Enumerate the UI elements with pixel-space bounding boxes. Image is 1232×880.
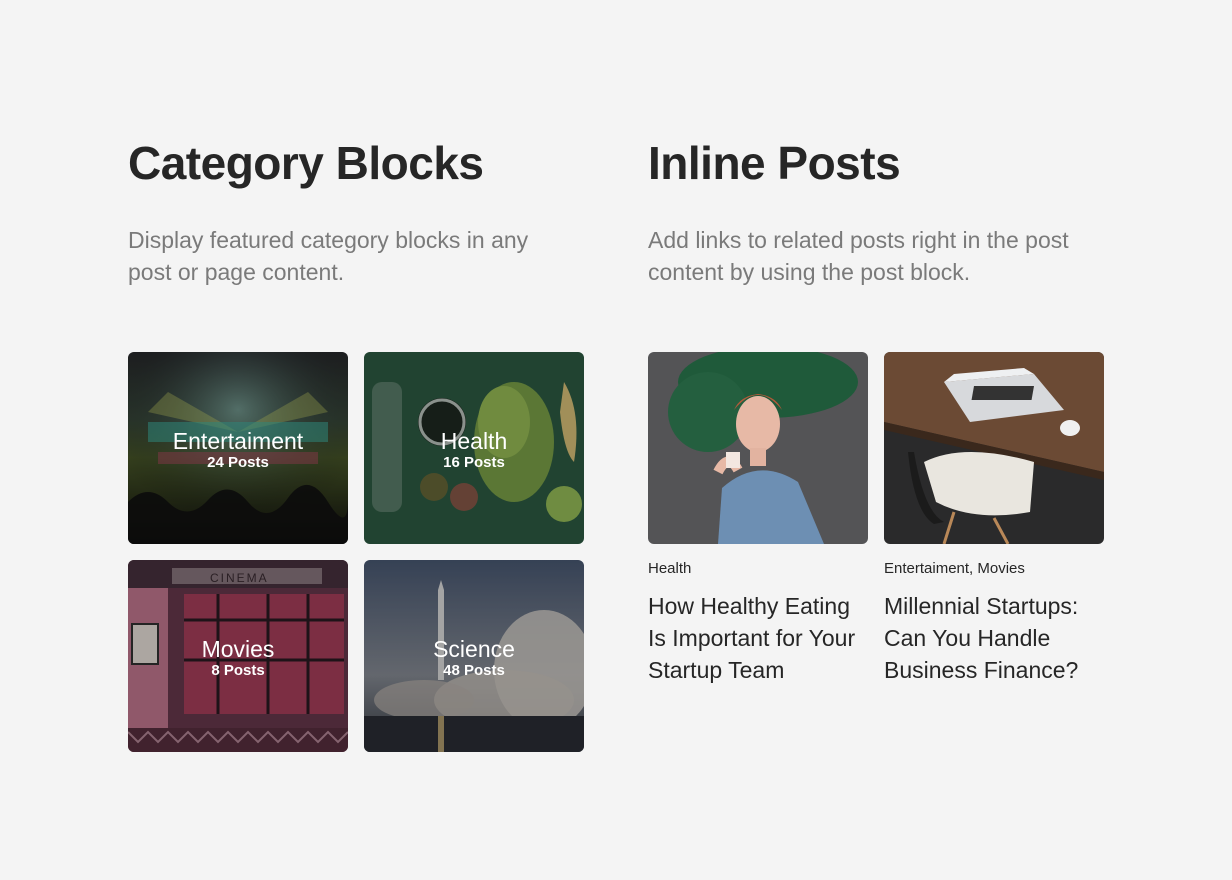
inline-posts-grid: Health How Healthy Eating Is Important f… <box>648 352 1104 686</box>
post-card-healthy-eating[interactable]: Health How Healthy Eating Is Important f… <box>648 352 868 686</box>
category-blocks-title: Category Blocks <box>128 137 484 189</box>
post-title[interactable]: Millennial Startups: Can You Handle Busi… <box>884 590 1104 686</box>
category-blocks-section: Category Blocks Display featured categor… <box>128 130 588 288</box>
category-label: Movies 8 Posts <box>128 636 348 680</box>
woman-portrait-photo <box>648 352 868 544</box>
inline-posts-section: Inline Posts Add links to related posts … <box>648 130 1108 288</box>
category-name: Health <box>440 428 508 454</box>
laptop-desk-photo <box>884 352 1104 544</box>
inline-posts-description: Add links to related posts right in the … <box>648 227 1069 285</box>
post-categories[interactable]: Entertaiment, Movies <box>884 560 1104 578</box>
category-block-science[interactable]: Science 48 Posts <box>364 560 584 752</box>
category-name: Science <box>433 636 515 662</box>
post-thumbnail[interactable] <box>648 352 868 544</box>
category-block-health[interactable]: Health 16 Posts <box>364 352 584 544</box>
inline-posts-title: Inline Posts <box>648 137 901 189</box>
category-post-count: 16 Posts <box>443 454 505 471</box>
category-label: Entertaiment 24 Posts <box>128 428 348 472</box>
category-label: Health 16 Posts <box>364 428 584 472</box>
category-blocks-description: Display featured category blocks in any … <box>128 227 529 285</box>
category-block-entertainment[interactable]: Entertaiment 24 Posts <box>128 352 348 544</box>
category-post-count: 24 Posts <box>207 454 269 471</box>
category-name: Entertaiment <box>172 428 304 454</box>
post-title[interactable]: How Healthy Eating Is Important for Your… <box>648 590 868 686</box>
category-label: Science 48 Posts <box>364 636 584 680</box>
post-thumbnail[interactable] <box>884 352 1104 544</box>
category-block-movies[interactable]: CINEMA Movies 8 Posts <box>128 560 348 752</box>
post-categories[interactable]: Health <box>648 560 868 578</box>
category-post-count: 48 Posts <box>443 662 505 679</box>
post-card-millennial-startups[interactable]: Entertaiment, Movies Millennial Startups… <box>884 352 1104 686</box>
category-name: Movies <box>201 636 275 662</box>
category-grid: Entertaiment 24 Posts Health 16 Posts CI… <box>128 352 584 752</box>
category-post-count: 8 Posts <box>211 662 265 679</box>
